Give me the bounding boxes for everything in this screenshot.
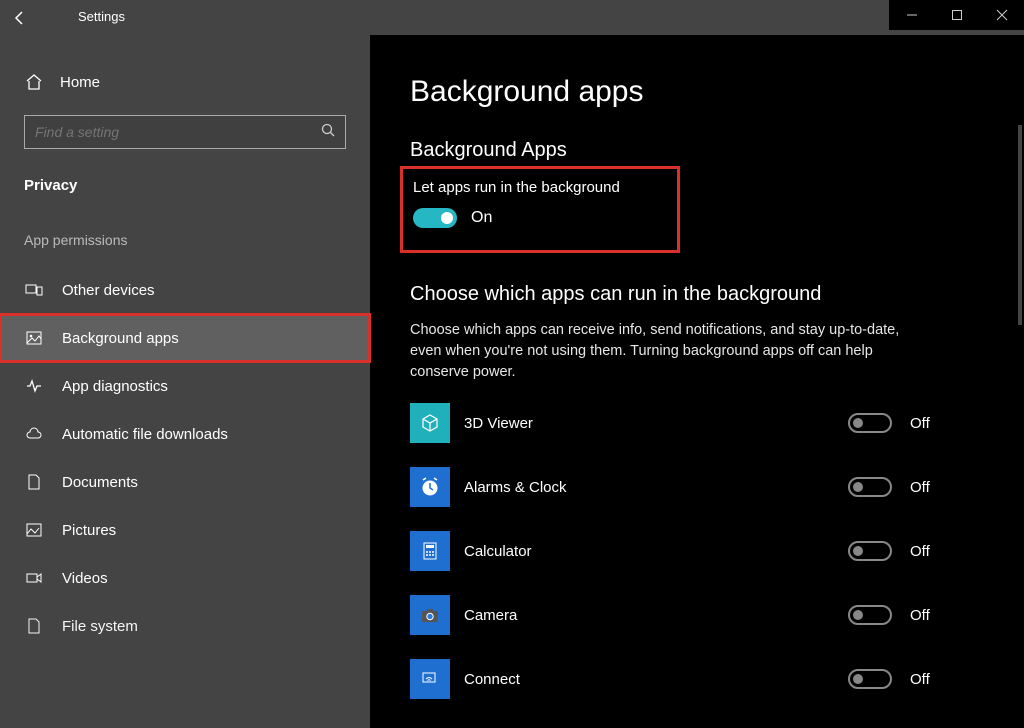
sidebar-item-file-system[interactable]: File system <box>0 602 370 650</box>
app-toggle[interactable] <box>848 605 892 625</box>
close-button[interactable] <box>979 0 1024 30</box>
app-icon <box>410 595 450 635</box>
picture-icon <box>24 329 44 347</box>
sidebar-item-documents[interactable]: Documents <box>0 458 370 506</box>
sidebar-item-app-diagnostics[interactable]: App diagnostics <box>0 362 370 410</box>
app-row-calculator: Calculator Off <box>410 531 950 571</box>
app-icon <box>410 467 450 507</box>
sidebar-home-label: Home <box>60 74 100 91</box>
search-input[interactable] <box>35 124 321 140</box>
app-toggle-state: Off <box>910 479 950 496</box>
master-toggle-state: On <box>471 209 492 227</box>
master-toggle[interactable] <box>413 208 457 228</box>
devices-icon <box>24 281 44 299</box>
app-name: Alarms & Clock <box>464 479 848 496</box>
window-controls <box>889 0 1024 30</box>
titlebar: Settings <box>0 0 1024 35</box>
content-pane: Background apps Background Apps Let apps… <box>370 35 1024 728</box>
highlight-box: Let apps run in the background On <box>400 166 680 253</box>
section-heading: Background Apps <box>410 139 984 162</box>
sidebar-item-label: Automatic file downloads <box>62 426 228 443</box>
sidebar-item-other-devices[interactable]: Other devices <box>0 266 370 314</box>
sidebar-item-label: App diagnostics <box>62 378 168 395</box>
sidebar-item-label: Other devices <box>62 282 155 299</box>
sidebar-group-title: App permissions <box>0 202 370 266</box>
search-box[interactable] <box>24 115 346 149</box>
app-list: 3D Viewer Off Alarms & Clock Off Calcula… <box>410 403 950 699</box>
document-icon <box>24 473 44 491</box>
video-icon <box>24 569 44 587</box>
sidebar-item-automatic-file-downloads[interactable]: Automatic file downloads <box>0 410 370 458</box>
back-button[interactable] <box>0 0 40 35</box>
maximize-button[interactable] <box>934 0 979 30</box>
file-icon <box>24 617 44 635</box>
app-icon <box>410 531 450 571</box>
sidebar-item-label: Background apps <box>62 330 179 347</box>
section-description: Choose which apps can receive info, send… <box>410 320 930 383</box>
app-name: Calculator <box>464 543 848 560</box>
app-toggle[interactable] <box>848 477 892 497</box>
app-toggle-state: Off <box>910 607 950 624</box>
app-row-alarms-clock: Alarms & Clock Off <box>410 467 950 507</box>
app-toggle[interactable] <box>848 669 892 689</box>
sidebar-section-title: Privacy <box>0 169 370 202</box>
sidebar-item-label: Pictures <box>62 522 116 539</box>
sidebar-item-label: Documents <box>62 474 138 491</box>
window-title: Settings <box>78 9 125 24</box>
scrollbar[interactable] <box>1018 125 1022 325</box>
app-toggle-state: Off <box>910 671 950 688</box>
sidebar-item-pictures[interactable]: Pictures <box>0 506 370 554</box>
home-icon <box>24 73 44 91</box>
sidebar-item-videos[interactable]: Videos <box>0 554 370 602</box>
app-name: Connect <box>464 671 848 688</box>
pictures-icon <box>24 521 44 539</box>
app-toggle[interactable] <box>848 413 892 433</box>
app-toggle-state: Off <box>910 415 950 432</box>
section-heading-2: Choose which apps can run in the backgro… <box>410 283 984 306</box>
app-name: Camera <box>464 607 848 624</box>
cloud-icon <box>24 425 44 443</box>
sidebar: Home Privacy App permissions Other devic… <box>0 35 370 728</box>
app-row-camera: Camera Off <box>410 595 950 635</box>
search-icon <box>321 123 335 142</box>
diagnostics-icon <box>24 377 44 395</box>
app-icon <box>410 403 450 443</box>
app-name: 3D Viewer <box>464 415 848 432</box>
sidebar-item-label: File system <box>62 618 138 635</box>
sidebar-item-background-apps[interactable]: Background apps <box>0 314 370 362</box>
minimize-button[interactable] <box>889 0 934 30</box>
sidebar-home[interactable]: Home <box>0 65 370 99</box>
app-row-3d-viewer: 3D Viewer Off <box>410 403 950 443</box>
app-icon <box>410 659 450 699</box>
page-title: Background apps <box>410 75 984 109</box>
master-toggle-label: Let apps run in the background <box>413 179 657 196</box>
sidebar-item-label: Videos <box>62 570 108 587</box>
app-toggle[interactable] <box>848 541 892 561</box>
app-toggle-state: Off <box>910 543 950 560</box>
app-row-connect: Connect Off <box>410 659 950 699</box>
